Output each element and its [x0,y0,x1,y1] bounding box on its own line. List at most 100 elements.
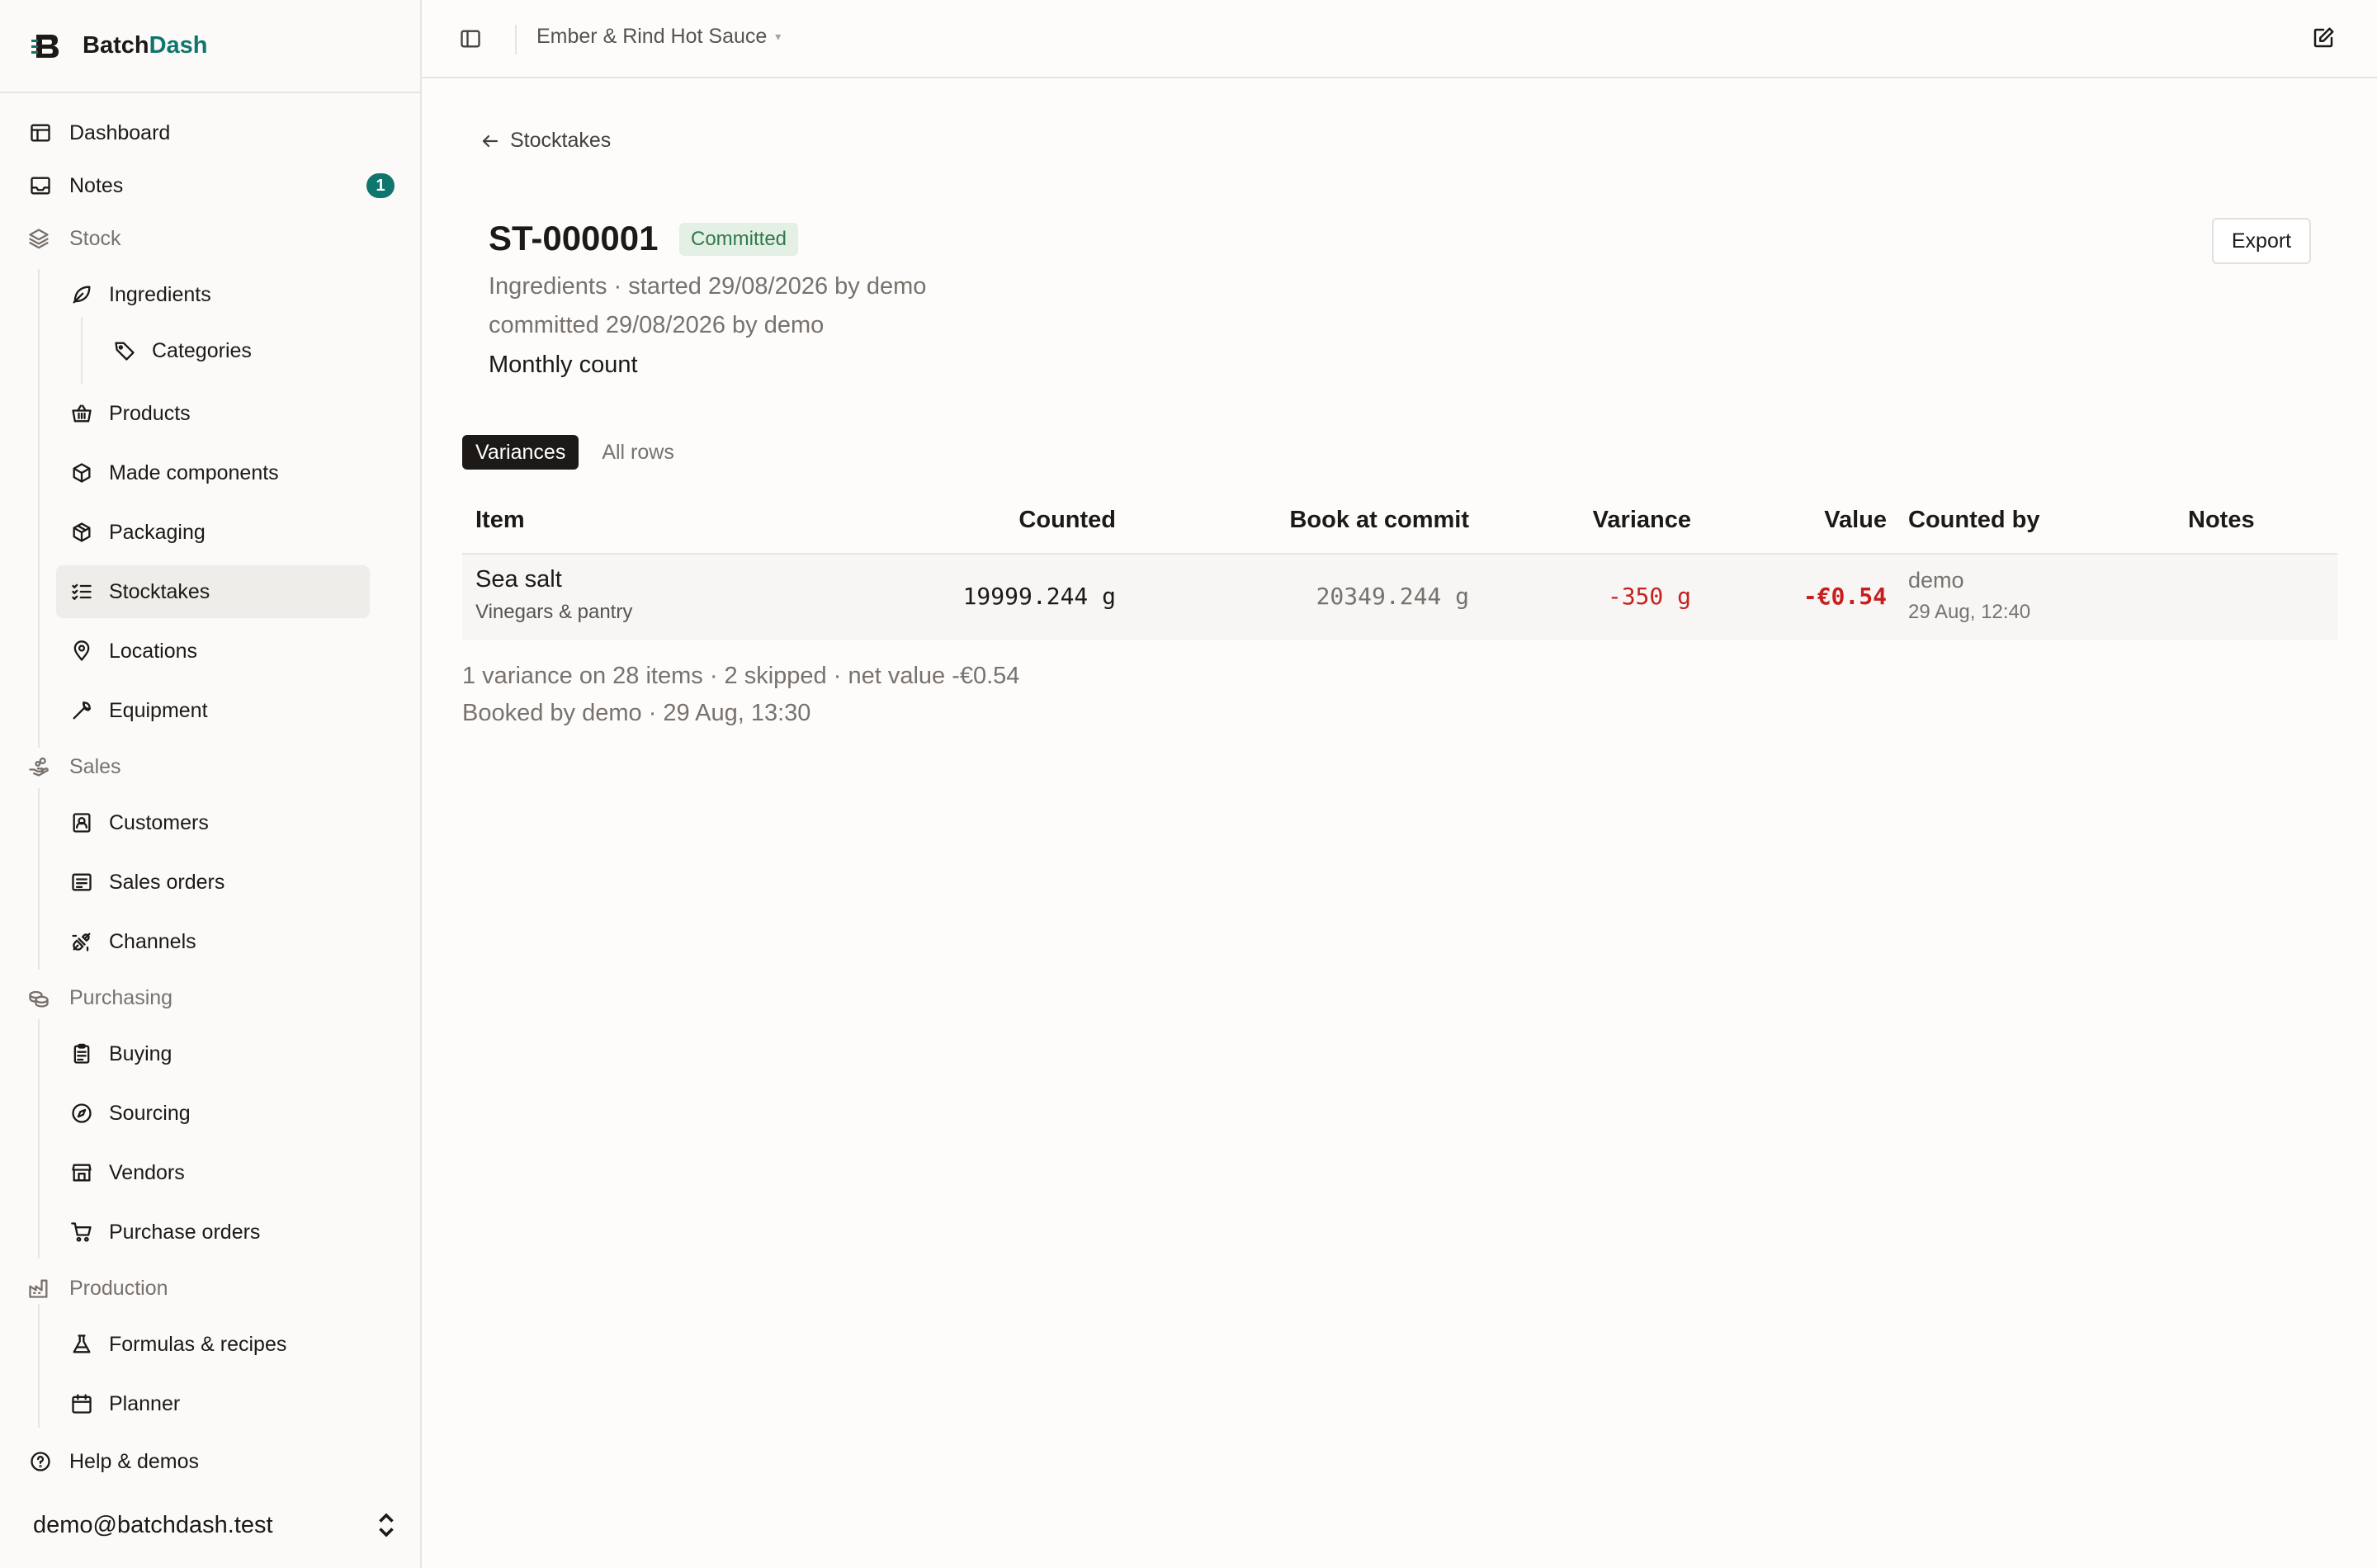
column-header-book[interactable]: Book at commit [1289,507,1469,534]
factory-icon [26,1276,51,1301]
table-row[interactable]: Sea salt Vinegars & pantry 19999.244 g 2… [462,555,2337,640]
sidebar-item-help[interactable]: Help & demos [28,1437,199,1486]
export-button[interactable]: Export [2212,218,2311,264]
sidebar-item-sourcing[interactable]: Sourcing [69,1089,191,1138]
brand[interactable]: BatchDash [0,0,420,93]
sidebar-group-stock[interactable]: Stock [26,214,121,263]
sidebar-item-dashboard[interactable]: Dashboard [28,108,170,158]
sidebar-item-label: Notes [69,173,124,197]
sidebar-item-label: Stock [69,226,121,250]
column-header-value[interactable]: Value [1824,507,1887,534]
contact-icon [69,810,94,835]
column-header-item[interactable]: Item [475,507,525,534]
column-header-notes[interactable]: Notes [2188,507,2255,534]
sidebar-item-vendors[interactable]: Vendors [69,1148,185,1197]
sidebar-item-notes[interactable]: Notes [28,161,123,210]
row-counted: 19999.244 g [962,583,1116,610]
purchasing-tree-line [38,1019,40,1259]
workspace-switcher[interactable]: Ember & Rind Hot Sauce ▾ [536,25,781,49]
map-pin-icon [69,639,94,664]
sidebar-toggle-button[interactable] [459,27,484,52]
sidebar-item-label: Products [109,401,191,425]
stock-tree-line [38,269,40,748]
chevrons-up-down-icon [379,1513,394,1537]
user-email: demo@batchdash.test [33,1511,273,1538]
sidebar-item-sales-orders[interactable]: Sales orders [69,857,224,907]
sidebar-item-formulas[interactable]: Formulas & recipes [69,1320,286,1369]
row-item-category: Vinegars & pantry [475,601,633,623]
flask-icon [69,1332,94,1357]
wrench-icon [69,698,94,723]
sidebar-item-label: Ingredients [109,282,211,306]
production-tree-line [38,1304,40,1428]
calendar-icon [69,1391,94,1416]
back-link[interactable]: Stocktakes [480,129,611,153]
sidebar-item-purchase-orders[interactable]: Purchase orders [69,1207,260,1257]
sidebar-group-production[interactable]: Production [26,1263,168,1313]
caret-down-icon: ▾ [775,30,782,43]
sidebar-item-stocktakes[interactable]: Stocktakes [56,565,370,618]
sidebar-item-label: Vendors [109,1160,185,1184]
sidebar-item-label: Customers [109,810,209,834]
sidebar-item-products[interactable]: Products [69,389,191,438]
sidebar-item-label: Equipment [109,698,208,722]
cart-icon [69,1220,94,1244]
leaf-icon [69,282,94,307]
sidebar-item-channels[interactable]: Channels [69,917,196,966]
sidebar-item-label: Sales [69,754,121,778]
sidebar-item-categories[interactable]: Categories [112,326,252,375]
sidebar-item-label: Channels [109,929,196,953]
column-header-variance[interactable]: Variance [1593,507,1691,534]
stocktake-description: Monthly count [489,352,638,378]
sidebar-group-sales[interactable]: Sales [26,742,121,791]
meta-started: Ingredients · started 29/08/2026 by demo [489,273,927,300]
sales-tree-line [38,788,40,970]
compass-icon [69,1101,94,1126]
sidebar-item-label: Purchase orders [109,1220,261,1244]
meta-committed: committed 29/08/2026 by demo [489,312,825,338]
batchdash-logo-icon [31,34,59,58]
sidebar-item-packaging[interactable]: Packaging [69,508,206,557]
sidebar-item-label: Formulas & recipes [109,1332,287,1356]
row-item-name: Sea salt [475,566,562,593]
sidebar-item-made-components[interactable]: Made components [69,448,279,498]
row-counted-at: 29 Aug, 12:40 [1908,601,2031,623]
divider [515,25,517,54]
sidebar-item-label: Locations [109,639,198,663]
inbox-icon [28,173,53,198]
package-icon [69,520,94,545]
sidebar-item-label: Categories [152,338,252,362]
brand-name: BatchDash [83,32,208,59]
categories-tree-line [81,318,83,384]
help-circle-icon [28,1449,53,1474]
booking-summary: Booked by demo · 29 Aug, 13:30 [462,700,811,726]
column-header-counted[interactable]: Counted [1018,507,1116,534]
table-header: Item Counted Book at commit Variance Val… [462,495,2337,555]
basket-icon [69,401,94,426]
tab-all-rows[interactable]: All rows [588,435,688,470]
back-link-label: Stocktakes [510,129,612,152]
sidebar-item-buying[interactable]: Buying [69,1029,172,1079]
coins-icon [26,985,51,1010]
tab-variances[interactable]: Variances [462,435,579,470]
user-menu[interactable]: demo@batchdash.test [33,1510,396,1540]
new-note-button[interactable] [2311,26,2337,52]
column-header-counted-by[interactable]: Counted by [1908,507,2040,534]
sidebar-item-customers[interactable]: Customers [69,798,209,848]
tag-icon [112,338,137,363]
sidebar-item-ingredients[interactable]: Ingredients [69,270,211,319]
sidebar-item-label: Sales orders [109,870,225,894]
sidebar-item-planner[interactable]: Planner [69,1379,180,1429]
dashboard-icon [28,120,53,145]
view-tabs: Variances All rows [462,435,688,470]
sidebar-group-purchasing[interactable]: Purchasing [26,973,172,1023]
store-icon [69,1160,94,1185]
row-book: 20349.244 g [1316,583,1469,610]
layers-icon [26,226,51,251]
sidebar-item-locations[interactable]: Locations [69,626,197,676]
row-variance: -350 g [1607,583,1691,610]
edit-icon [2313,27,2334,48]
sidebar-item-label: Stocktakes [109,579,210,603]
sidebar-item-equipment[interactable]: Equipment [69,686,208,735]
hand-coins-icon [26,754,51,779]
